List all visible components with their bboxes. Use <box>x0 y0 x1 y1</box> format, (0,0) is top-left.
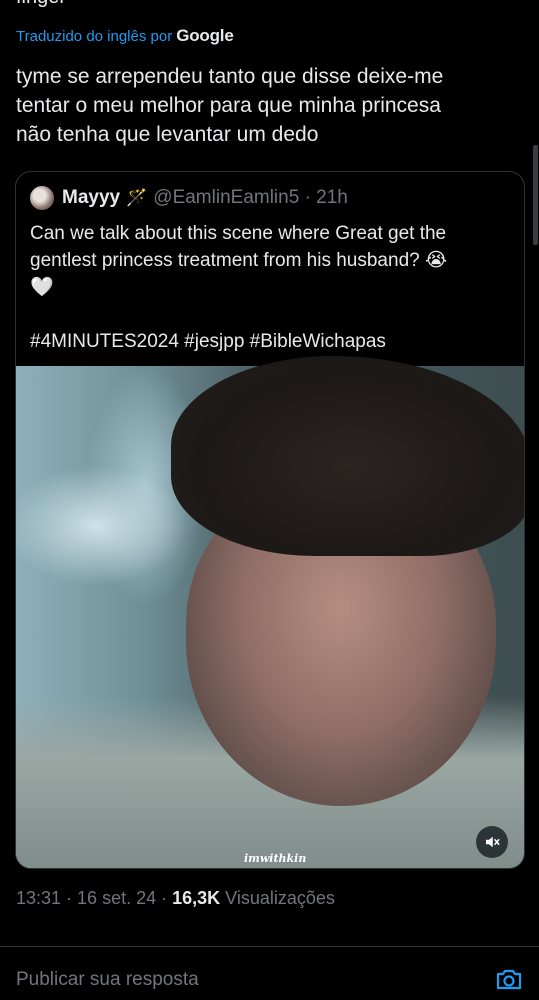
quoted-tweet-header: Mayyy 🪄 @EamlinEamlin5 · 21h <box>30 186 348 210</box>
wand-emoji: 🪄 <box>126 188 148 207</box>
views-label: Visualizações <box>220 888 335 908</box>
translation-credit[interactable]: Traduzido do inglês por Google <box>16 26 234 46</box>
google-logo: Google <box>176 26 234 45</box>
quoted-line: 🤍 <box>30 277 54 298</box>
previous-text-tail: finger <box>16 0 66 9</box>
volume-muted-icon[interactable] <box>476 826 508 858</box>
tweet-text: tyme se arrependeu tanto que disse deixe… <box>16 62 526 149</box>
quoted-line-blank <box>30 301 510 328</box>
divider <box>0 946 539 947</box>
views-count: 16,3K <box>172 888 221 908</box>
quoted-hashtags[interactable]: #4MINUTES2024 #jesjpp #BibleWichapas <box>30 328 510 355</box>
camera-icon[interactable] <box>494 964 524 994</box>
tweet-line: não tenha que levantar um dedo <box>16 123 319 146</box>
avatar[interactable] <box>30 186 54 210</box>
scrollbar[interactable] <box>533 145 538 245</box>
timestamp[interactable]: 13:31 · 16 set. 24 · <box>16 888 172 908</box>
quoted-line: Can we talk about this scene where Great… <box>30 223 447 244</box>
quoted-author-handle-time[interactable]: @EamlinEamlin5 · 21h <box>153 187 348 209</box>
quoted-tweet-text: Can we talk about this scene where Great… <box>30 220 510 355</box>
tweet-line: tyme se arrependeu tanto que disse deixe… <box>16 65 444 88</box>
quoted-tweet[interactable]: Mayyy 🪄 @EamlinEamlin5 · 21h Can we talk… <box>15 171 525 869</box>
video-watermark: imwithkin <box>244 852 307 865</box>
video-player[interactable]: imwithkin <box>16 356 524 868</box>
translation-label: Traduzido do inglês por <box>16 27 173 45</box>
quoted-author-name[interactable]: Mayyy <box>62 187 120 209</box>
tweet-meta: 13:31 · 16 set. 24 · 16,3K Visualizações <box>16 888 335 909</box>
reply-input[interactable]: Publicar sua resposta <box>16 969 199 991</box>
quoted-line: gentlest princess treatment from his hus… <box>30 250 448 271</box>
video-frame-hair <box>171 356 524 556</box>
tweet-line: tentar o meu melhor para que minha princ… <box>16 94 441 117</box>
